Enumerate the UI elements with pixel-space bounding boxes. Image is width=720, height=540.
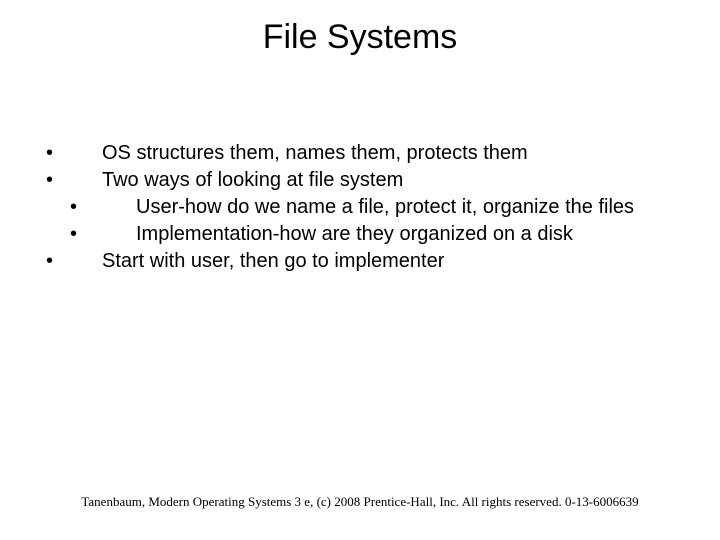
bullet-item-2b: • Implementation-how are they organized … (42, 221, 680, 248)
bullet-icon: • (42, 221, 102, 248)
bullet-item-2a: • User-how do we name a file, protect it… (42, 194, 680, 221)
bullet-text: OS structures them, names them, protects… (102, 140, 680, 167)
bullet-text: User-how do we name a file, protect it, … (102, 194, 680, 221)
bullet-icon: • (42, 140, 102, 167)
slide-title: File Systems (0, 18, 720, 57)
slide-body: • OS structures them, names them, protec… (42, 140, 680, 275)
bullet-icon: • (42, 194, 102, 221)
slide-footer: Tanenbaum, Modern Operating Systems 3 e,… (0, 494, 720, 510)
bullet-text: Two ways of looking at file system (102, 167, 680, 194)
bullet-icon: • (42, 167, 102, 194)
bullet-item-3: • Start with user, then go to implemente… (42, 248, 680, 275)
bullet-item-1: • OS structures them, names them, protec… (42, 140, 680, 167)
bullet-text: Implementation-how are they organized on… (102, 221, 680, 248)
bullet-icon: • (42, 248, 102, 275)
slide: File Systems • OS structures them, names… (0, 0, 720, 540)
bullet-text: Start with user, then go to implementer (102, 248, 680, 275)
bullet-item-2: • Two ways of looking at file system (42, 167, 680, 194)
